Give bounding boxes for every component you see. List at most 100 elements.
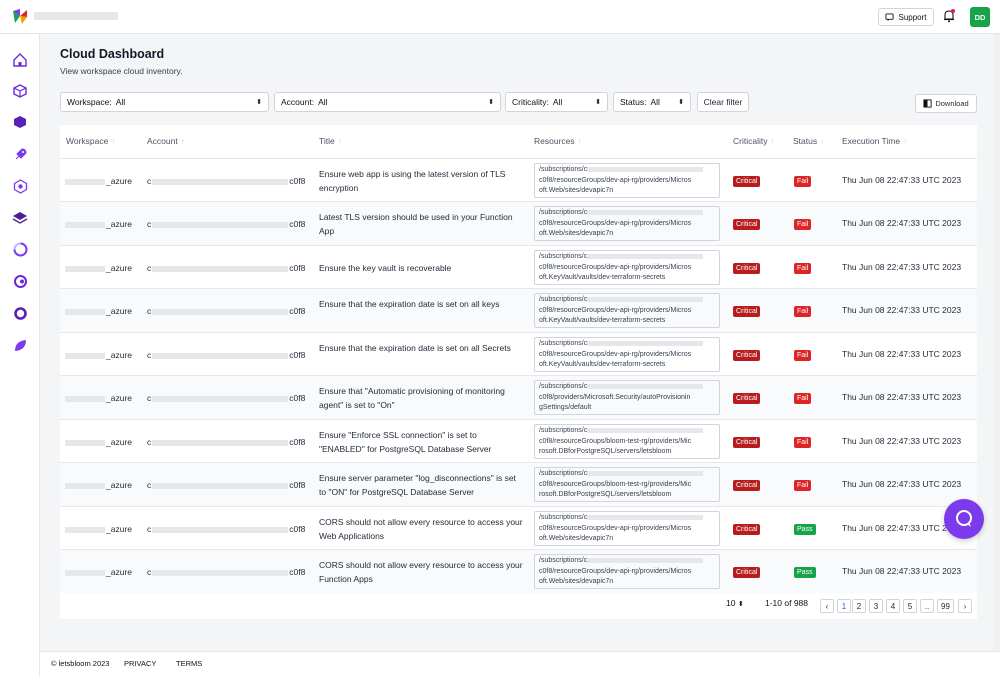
resource-cell[interactable]: /subscriptions/c c0f8/resourceGroups/dev-…	[534, 206, 720, 241]
sort-arrow-icon: ↑	[180, 137, 185, 146]
workspace-filter[interactable]: Workspace: All ⬍	[60, 92, 269, 112]
sidebar-item-spinner[interactable]	[10, 239, 30, 259]
account-suffix: c0f8	[289, 176, 306, 186]
redacted-text	[65, 352, 105, 359]
criticality-filter-value: All	[552, 97, 563, 107]
page-button[interactable]: 2	[852, 599, 866, 613]
page-button[interactable]: 1	[837, 599, 851, 613]
page-button[interactable]: 4	[886, 599, 900, 613]
page-size-select[interactable]: 10 ⬍	[726, 598, 744, 608]
resource-cell[interactable]: /subscriptions/c c0f8/resourceGroups/dev-…	[534, 511, 720, 546]
page-button[interactable]: 99	[937, 599, 954, 613]
account-cell: c c0f8	[147, 350, 305, 360]
account-cell: c c0f8	[147, 176, 305, 186]
account-prefix: c	[147, 176, 152, 186]
privacy-link[interactable]: PRIVACY	[124, 659, 156, 668]
account-cell: c c0f8	[147, 480, 305, 490]
status-badge: Fail	[794, 176, 812, 187]
spinner-icon	[13, 242, 27, 256]
resource-line: rosoft.DBforPostgreSQL/servers/letsbloom	[539, 448, 672, 455]
table-row[interactable]: _azure c c0f8 Ensure server parameter "log_…	[60, 462, 977, 506]
page-button[interactable]: 5	[903, 599, 917, 613]
workspace-cell: _azure	[65, 219, 132, 229]
resource-line: oft.Web/sites/devapic7n	[539, 187, 614, 194]
redacted-text	[152, 569, 289, 576]
sort-arrow-icon: ↑	[337, 137, 342, 146]
workspace-name: _azure	[106, 567, 132, 577]
resource-cell[interactable]: /subscriptions/c c0f8/resourceGroups/dev-…	[534, 163, 720, 198]
resource-cell[interactable]: /subscriptions/c c0f8/resourceGroups/dev-…	[534, 337, 720, 372]
account-suffix: c0f8	[289, 524, 306, 534]
account-suffix: c0f8	[289, 480, 306, 490]
redacted-text	[152, 308, 289, 315]
resource-cell[interactable]: /subscriptions/c c0f8/resourceGroups/dev-…	[534, 250, 720, 285]
table-row[interactable]: _azure c c0f8 Ensure "Enforce SSL connectio…	[60, 419, 977, 463]
title-cell: CORS should not allow every resource to …	[319, 560, 523, 584]
resource-cell[interactable]: /subscriptions/c c0f8/resourceGroups/bloo…	[534, 467, 720, 502]
sidebar-item-ring[interactable]	[10, 303, 30, 323]
column-header-criticality[interactable]: Criticality ↑	[733, 136, 774, 146]
redacted-text	[587, 296, 704, 302]
resource-cell[interactable]: /subscriptions/c c0f8/resourceGroups/bloo…	[534, 424, 720, 459]
resource-line: rosoft.DBforPostgreSQL/servers/letsbloom	[539, 491, 672, 498]
resource-cell[interactable]: /subscriptions/c c0f8/providers/Microsoft…	[534, 380, 720, 415]
sidebar-item-target[interactable]	[10, 176, 30, 196]
column-header-workspace[interactable]: Workspace ↑	[66, 136, 115, 146]
sidebar-item-orbit[interactable]	[10, 271, 30, 291]
avatar[interactable]: DD	[970, 7, 990, 27]
criticality-filter[interactable]: Criticality: All ⬍	[505, 92, 608, 112]
next-page-button[interactable]: ›	[958, 599, 972, 613]
resource-line: c0f8/resourceGroups/bloom-test-rg/provid…	[539, 437, 692, 445]
download-button[interactable]: Download	[915, 94, 977, 113]
sidebar-item-leaf[interactable]	[10, 335, 30, 355]
status-filter[interactable]: Status: All ⬍	[613, 92, 691, 112]
page-button[interactable]: ..	[920, 599, 934, 613]
account-filter[interactable]: Account: All ⬍	[274, 92, 501, 112]
execution-time-cell: Thu Jun 08 22:47:33 UTC 2023	[842, 218, 962, 228]
brand-logo-icon[interactable]	[11, 7, 29, 25]
chat-icon	[956, 510, 972, 527]
title-cell: Ensure the key vault is recoverable	[319, 263, 452, 273]
status-badge: Fail	[794, 393, 812, 404]
column-header-label: Status	[793, 136, 818, 146]
table-row[interactable]: _azure c c0f8 Ensure that the expiration da…	[60, 288, 977, 332]
clear-filter-button[interactable]: Clear filter	[697, 92, 749, 112]
redacted-text	[587, 383, 704, 389]
table-row[interactable]: _azure c c0f8 CORS should not allow every r…	[60, 549, 977, 593]
table-row[interactable]: _azure c c0f8 Latest TLS version should be …	[60, 201, 977, 245]
account-prefix: c	[147, 567, 152, 577]
column-header-title[interactable]: Title ↑	[319, 136, 342, 146]
column-header-resources[interactable]: Resources ↑	[534, 136, 582, 146]
prev-page-button[interactable]: ‹	[820, 599, 834, 613]
account-cell: c c0f8	[147, 393, 305, 403]
sidebar-item-hexagon[interactable]	[10, 112, 30, 132]
redacted-text	[587, 253, 704, 259]
resource-line: c0f8/resourceGroups/dev-api-rg/providers…	[539, 524, 692, 532]
chat-launcher-button[interactable]	[944, 499, 984, 539]
scrollbar[interactable]	[994, 34, 1000, 651]
select-arrows-icon: ⬍	[488, 99, 494, 106]
support-button[interactable]: Support	[878, 8, 934, 26]
sidebar-item-cube[interactable]	[10, 81, 30, 101]
column-header-label: Resources	[534, 136, 575, 146]
resource-line: oft.KeyVault/vaults/dev-terraform-secret…	[539, 361, 666, 368]
title-cell: CORS should not allow every resource to …	[319, 517, 523, 541]
resource-cell[interactable]: /subscriptions/c c0f8/resourceGroups/dev-…	[534, 554, 720, 589]
terms-link[interactable]: TERMS	[176, 659, 202, 668]
sort-arrow-icon: ↑	[111, 137, 116, 146]
table-row[interactable]: _azure c c0f8 CORS should not allow every r…	[60, 506, 977, 550]
table-row[interactable]: _azure c c0f8 Ensure the key vault is recov…	[60, 245, 977, 289]
page-button[interactable]: 3	[869, 599, 883, 613]
sidebar-item-home[interactable]	[10, 50, 30, 70]
column-header-account[interactable]: Account ↑	[147, 136, 185, 146]
column-header-execution-time[interactable]: Execution Time ↑	[842, 136, 907, 146]
resource-cell[interactable]: /subscriptions/c c0f8/resourceGroups/dev-…	[534, 293, 720, 328]
redacted-text	[65, 439, 105, 446]
table-row[interactable]: _azure c c0f8 Ensure web app is using the l…	[60, 158, 977, 202]
column-header-status[interactable]: Status ↑	[793, 136, 824, 146]
sidebar-item-rocket[interactable]	[10, 144, 30, 164]
resource-line: oft.Web/sites/devapic7n	[539, 230, 614, 237]
sidebar-item-layers[interactable]	[10, 208, 30, 228]
table-row[interactable]: _azure c c0f8 Ensure that the expiration da…	[60, 332, 977, 376]
table-row[interactable]: _azure c c0f8 Ensure that "Automatic provis…	[60, 375, 977, 419]
